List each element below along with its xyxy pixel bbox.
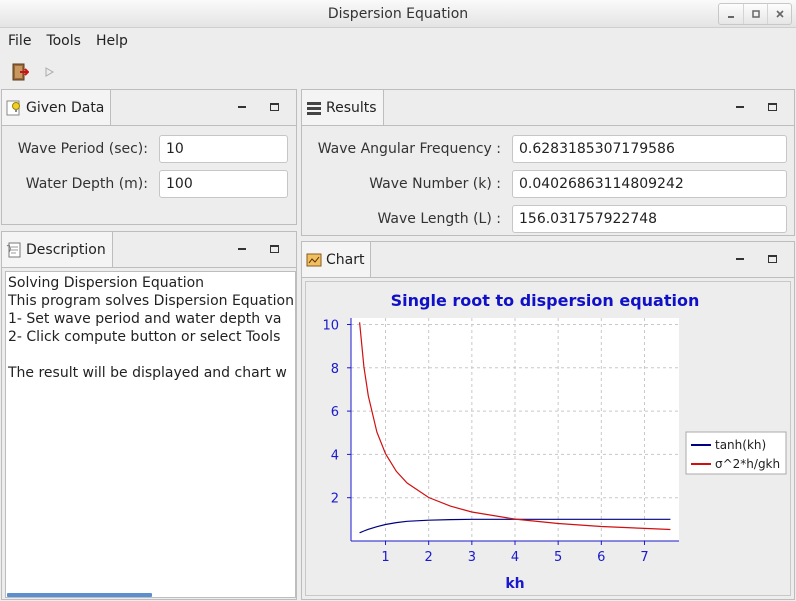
legend-label: tanh(kh) (715, 438, 766, 452)
window-title: Dispersion Equation (327, 6, 469, 22)
angular-frequency-row: Wave Angular Frequency : 0.6283185307179… (302, 135, 794, 163)
menu-help[interactable]: Help (96, 33, 128, 49)
water-depth-label: Water Depth (m): (25, 176, 148, 192)
description-panel: Description Solving Dispersion Equation … (1, 231, 297, 600)
play-icon (45, 67, 55, 77)
panel-maximize-button[interactable] (764, 100, 780, 114)
window-controls (718, 3, 792, 25)
given-data-panel: Given Data Wave Period (sec): 10 Water D… (1, 89, 297, 225)
wave-number-field[interactable]: 0.04026863114809242 (512, 170, 787, 198)
wave-number-row: Wave Number (k) : 0.04026863114809242 (302, 170, 794, 198)
water-depth-row: Water Depth (m): 100 (2, 170, 296, 198)
chart-area: 1 2 3 4 5 6 7 2 4 6 8 10 Single root to dispersion e… (305, 281, 791, 596)
horizontal-scrollbar[interactable] (7, 593, 152, 597)
wave-number-label: Wave Number (k) : (369, 176, 501, 192)
wave-period-row: Wave Period (sec): 10 (2, 135, 296, 163)
plot-background (351, 318, 679, 541)
description-line: This program solves Dispersion Equation (8, 293, 294, 309)
x-tick-label: 5 (554, 550, 562, 565)
tab-label: Description (26, 241, 106, 258)
description-line (8, 346, 293, 364)
x-tick-label: 3 (468, 550, 476, 565)
tab-label: Chart (326, 251, 365, 268)
panel-maximize-button[interactable] (266, 242, 282, 256)
wave-period-label: Wave Period (sec): (17, 141, 148, 157)
results-panel: Results Wave Angular Frequency : 0.62831… (301, 89, 795, 236)
x-tick-label: 6 (597, 550, 605, 565)
x-tick-label: 2 (425, 550, 433, 565)
x-tick-label: 4 (511, 550, 519, 565)
panel-minimize-button[interactable] (732, 252, 748, 266)
panel-minimize-button[interactable] (234, 100, 250, 114)
toolbar (0, 58, 796, 84)
wave-length-field[interactable]: 156.031757922748 (512, 205, 787, 233)
y-tick-label: 8 (331, 362, 339, 377)
tab-given-data[interactable]: Given Data (2, 90, 112, 125)
tab-chart[interactable]: Chart (302, 242, 372, 277)
legend-label: σ^2*h/gkh (715, 457, 780, 471)
panel-maximize-button[interactable] (266, 100, 282, 114)
maximize-button[interactable] (743, 4, 767, 24)
tab-label: Results (326, 99, 377, 116)
description-line: 1- Set wave period and water depth va (8, 311, 282, 327)
y-tick-label: 10 (322, 318, 339, 333)
panel-controls (716, 252, 780, 266)
panel-minimize-button[interactable] (234, 242, 250, 256)
wave-period-input[interactable]: 10 (159, 135, 288, 163)
x-tick-label: 7 (640, 550, 648, 565)
panel-maximize-button[interactable] (764, 252, 780, 266)
menu-tools[interactable]: Tools (46, 33, 81, 49)
description-line: Solving Dispersion Equation (8, 275, 205, 291)
y-tick-label: 4 (331, 448, 339, 463)
y-tick-label: 6 (331, 405, 339, 420)
compute-button[interactable] (38, 61, 60, 83)
angular-frequency-field[interactable]: 0.6283185307179586 (512, 135, 787, 163)
panel-controls (218, 100, 282, 114)
menu-file[interactable]: File (8, 33, 31, 49)
close-button[interactable] (767, 4, 791, 24)
wave-length-label: Wave Length (L) : (377, 211, 501, 227)
tab-description[interactable]: Description (2, 232, 113, 267)
title-bar: Dispersion Equation (0, 0, 796, 28)
document-icon (6, 242, 22, 258)
tab-label: Given Data (26, 99, 105, 116)
exit-door-icon (12, 63, 29, 81)
chart-image-icon (306, 252, 322, 268)
panel-controls (218, 242, 282, 256)
tab-results[interactable]: Results (302, 90, 384, 125)
lightbulb-icon (6, 100, 22, 116)
menu-bar: File Tools Help (0, 29, 796, 53)
description-line: 2- Click compute button or select Tools (8, 329, 281, 345)
description-line: The result will be displayed and chart w (8, 365, 287, 381)
panel-minimize-button[interactable] (732, 100, 748, 114)
list-icon (306, 100, 322, 116)
description-text-area[interactable]: Solving Dispersion Equation This program… (5, 271, 296, 598)
wave-length-row: Wave Length (L) : 156.031757922748 (302, 205, 794, 233)
panel-controls (716, 100, 780, 114)
exit-button[interactable] (9, 61, 31, 83)
x-tick-label: 1 (381, 550, 389, 565)
chart-panel: Chart 1 2 3 4 5 6 7 2 4 6 8 10 Single root to disper… (301, 241, 795, 600)
minimize-button[interactable] (719, 4, 743, 24)
y-tick-label: 2 (331, 492, 339, 507)
chart-title: Single root to dispersion equation (391, 291, 700, 310)
dispersion-chart: 1 2 3 4 5 6 7 2 4 6 8 10 Single root to dispersion e… (322, 291, 787, 592)
water-depth-input[interactable]: 100 (159, 170, 288, 198)
angular-frequency-label: Wave Angular Frequency : (317, 141, 501, 157)
x-axis-label: kh (505, 576, 524, 592)
